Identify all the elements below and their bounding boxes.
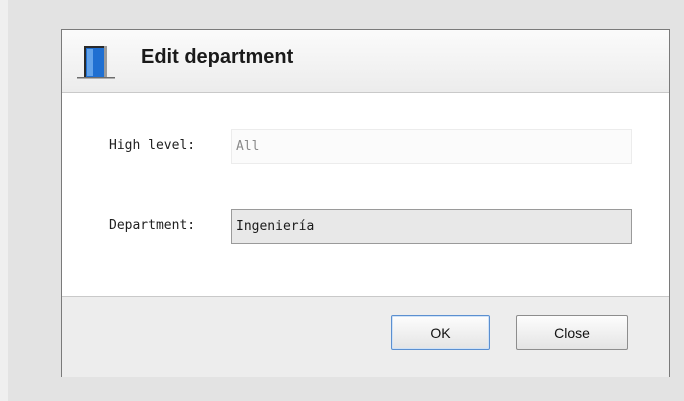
close-button[interactable]: Close bbox=[516, 315, 628, 350]
high-level-field[interactable] bbox=[231, 129, 632, 164]
ok-button[interactable]: OK bbox=[391, 315, 490, 350]
door-icon bbox=[77, 46, 115, 79]
department-label: Department: bbox=[109, 218, 196, 233]
dialog-titlebar: Edit department bbox=[62, 30, 669, 93]
dialog-title: Edit department bbox=[141, 46, 294, 68]
dialog-body bbox=[62, 93, 669, 296]
edit-department-dialog: Edit department High level: Department: … bbox=[61, 29, 670, 377]
department-field[interactable] bbox=[231, 209, 632, 244]
high-level-label: High level: bbox=[109, 138, 196, 153]
